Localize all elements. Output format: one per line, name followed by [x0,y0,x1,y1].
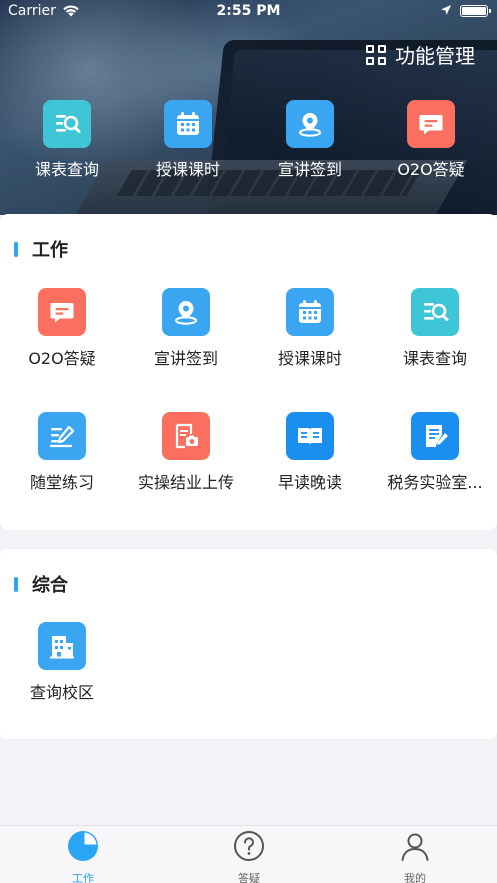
camera-document-icon [162,412,210,460]
grid-icon [366,44,386,65]
quick-action-label: 授课课时 [155,160,220,179]
quick-action-checkin[interactable]: 宣讲签到 [248,100,372,180]
calendar-icon [164,100,212,148]
section-header: 工作 [14,236,68,262]
tab-mine[interactable]: 我的 [332,830,497,883]
tab-label: 工作 [72,872,94,883]
work-item-upload[interactable]: 实操结业上传 [124,412,248,493]
tab-work[interactable]: 工作 [0,830,166,883]
work-item-practice[interactable]: 随堂练习 [0,412,124,493]
tab-label: 我的 [404,872,426,883]
work-item-label: 授课课时 [277,349,342,368]
schedule-search-icon [43,100,91,148]
quick-action-o2o[interactable]: O2O答疑 [369,100,493,180]
quick-action-label: O2O答疑 [397,160,465,179]
comp-item-campus[interactable]: 查询校区 [0,622,124,703]
work-item-label: 随堂练习 [29,473,94,492]
calendar-icon [286,288,334,336]
tab-answer[interactable]: 答疑 [166,830,332,883]
location-pin-icon [286,100,334,148]
work-item-checkin[interactable]: 宣讲签到 [124,288,248,369]
battery-icon [460,5,491,17]
work-item-tax-lab[interactable]: 税务实验室... [373,412,497,493]
pen-list-icon [38,412,86,460]
comprehensive-section: 综合 查询校区 [0,549,497,739]
location-pin-icon [162,288,210,336]
section-accent-bar [14,241,18,257]
quick-action-label: 课表查询 [34,160,99,179]
function-manage-button[interactable]: 功能管理 [366,40,475,69]
work-item-label: 实操结业上传 [137,473,234,492]
location-arrow-icon [440,4,452,20]
edit-document-icon [411,412,459,460]
pie-chart-icon [67,830,99,866]
status-bar: Carrier 2:55 PM [0,0,497,22]
section-header: 综合 [14,571,68,597]
work-item-o2o[interactable]: O2O答疑 [0,288,124,369]
header-banner: Carrier 2:55 PM 功能管理 课表查询 授课课时 宣讲签到 O2O答… [0,0,497,215]
chat-bubble-icon [407,100,455,148]
work-item-hours[interactable]: 授课课时 [248,288,372,369]
schedule-search-icon [411,288,459,336]
quick-actions: 课表查询 授课课时 宣讲签到 O2O答疑 [0,100,497,190]
work-item-label: 早读晚读 [277,473,342,492]
tab-bar: 工作 答疑 我的 [0,825,497,883]
quick-action-hours[interactable]: 授课课时 [126,100,250,180]
work-item-label: 税务实验室... [387,473,483,492]
work-item-reading[interactable]: 早读晚读 [248,412,372,493]
work-item-label: 课表查询 [402,349,467,368]
work-item-schedule[interactable]: 课表查询 [373,288,497,369]
comp-item-label: 查询校区 [29,683,94,702]
work-item-label: 宣讲签到 [153,349,218,368]
quick-action-schedule[interactable]: 课表查询 [5,100,129,180]
work-item-label: O2O答疑 [28,349,96,368]
tab-label: 答疑 [238,872,260,883]
function-manage-label: 功能管理 [395,44,475,68]
question-circle-icon [233,830,265,866]
user-icon [399,830,431,866]
building-icon [38,622,86,670]
section-title: 综合 [32,575,68,596]
status-time: 2:55 PM [216,3,281,19]
open-book-icon [286,412,334,460]
chat-bubble-icon [38,288,86,336]
work-section: 工作 O2O答疑 宣讲签到 授课课时 课表查询 随堂练习 实操结业上传 早读晚读… [0,214,497,530]
quick-action-label: 宣讲签到 [277,160,342,179]
section-title: 工作 [32,240,68,261]
section-accent-bar [14,576,18,592]
